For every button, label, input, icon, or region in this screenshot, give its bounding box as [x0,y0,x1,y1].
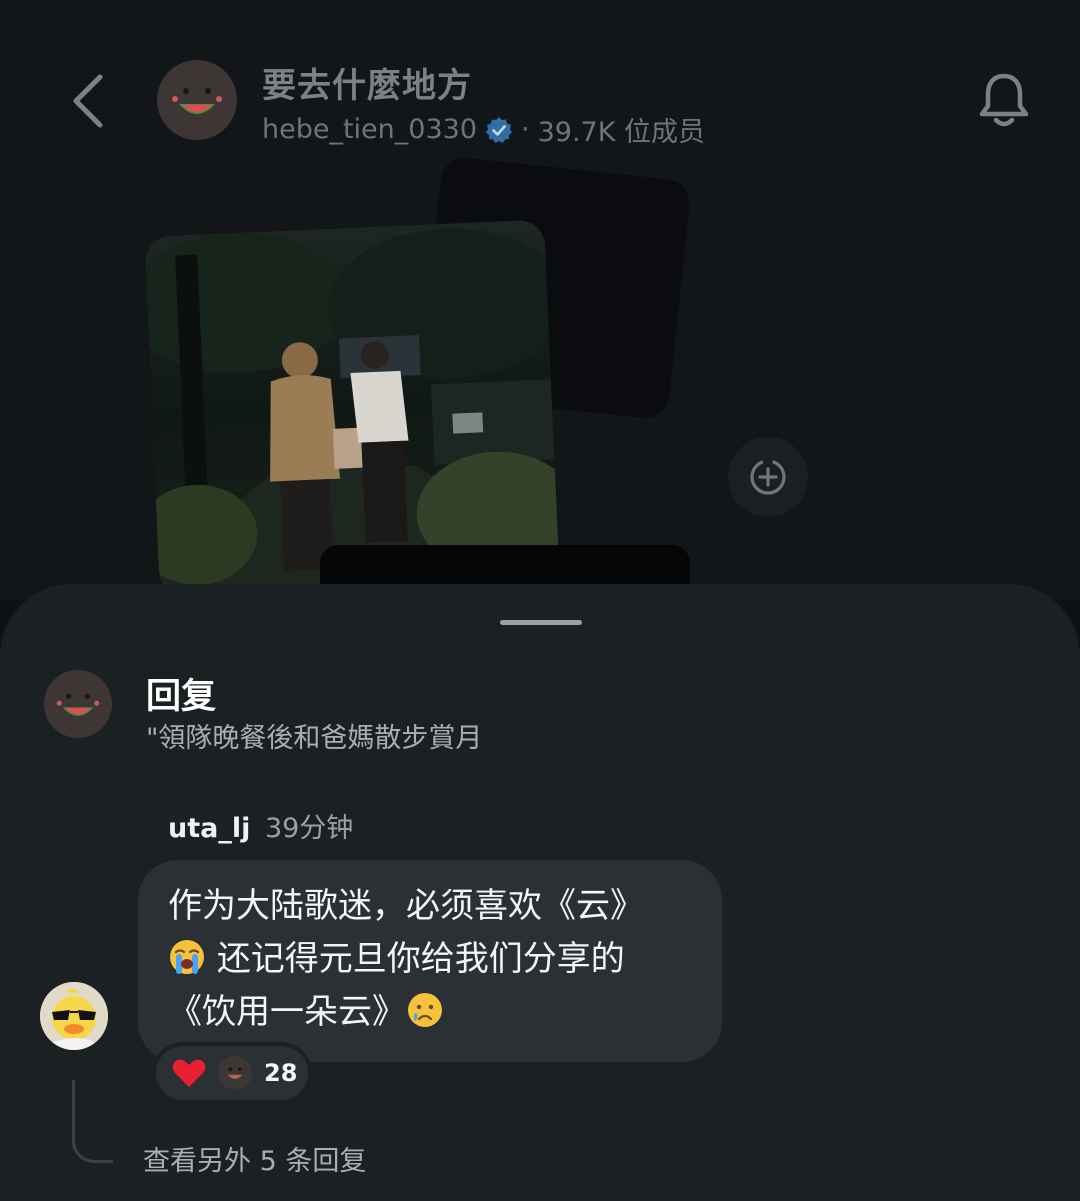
sheet-drag-handle[interactable] [500,620,582,625]
commenter-avatar[interactable] [40,982,108,1050]
back-button[interactable] [60,66,116,136]
comment-line-2: 还记得元旦你给我们分享的 [168,933,708,986]
channel-subtitle: hebe_tien_0330 · 39.7K 位成员 [262,110,705,149]
reaction-count: 28 [264,1059,298,1087]
verified-badge-icon [486,116,512,143]
comment-line-3-text: 《饮用一朵云》 [168,992,406,1032]
separator-dot: · [521,114,530,145]
notification-bell-button[interactable] [972,68,1036,132]
view-more-replies-link[interactable]: 查看另外 5 条回复 [143,1139,366,1178]
night-walk-photo-image [144,219,560,597]
comment-username[interactable]: uta_lj [168,813,250,844]
member-count: 39.7K 位成员 [537,117,705,148]
crying-face-icon [408,993,442,1027]
red-heart-icon [172,1059,206,1087]
add-media-button[interactable] [728,437,808,517]
watermelon-face-avatar-icon [157,60,237,140]
dashed-circle-plus-icon [750,459,786,495]
reactor-avatar [218,1056,252,1090]
comment-line-3: 《饮用一朵云》 [168,986,708,1039]
quoted-post-text: "領隊晚餐後和爸媽散步賞月 [146,723,483,754]
duck-sunglasses-avatar-icon [40,982,108,1050]
channel-header: 要去什麼地方 hebe_tien_0330 · 39.7K 位成员 [0,0,1080,170]
comment-line-2-text: 还记得元旦你给我们分享的 [216,939,625,979]
reply-panel-title: 回复 [146,677,217,717]
post-photo[interactable] [144,219,560,597]
channel-avatar[interactable] [157,60,237,140]
channel-username: hebe_tien_0330 [262,114,477,145]
reply-channel-avatar [44,670,112,738]
thread-connector-line [72,1080,113,1163]
watermelon-face-avatar-icon [218,1056,252,1090]
comment-line-1: 作为大陆歌迷，必须喜欢《云》 [168,886,644,926]
comment-timestamp: 39分钟 [264,813,354,844]
screen: 要去什麼地方 hebe_tien_0330 · 39.7K 位成员 回复 "領隊… [0,0,1080,1201]
bell-icon [979,73,1029,127]
comment-meta: uta_lj 39分钟 [168,806,353,845]
chevron-left-icon [73,74,103,128]
loudly-crying-face-icon [170,940,204,974]
comment-text: 作为大陆歌迷，必须喜欢《云》 还记得元旦你给我们分享的 《饮用一朵云》 [168,880,708,1039]
watermelon-face-avatar-icon [44,670,112,738]
reactions-pill[interactable]: 28 [152,1042,312,1104]
channel-title: 要去什麼地方 [262,66,472,106]
